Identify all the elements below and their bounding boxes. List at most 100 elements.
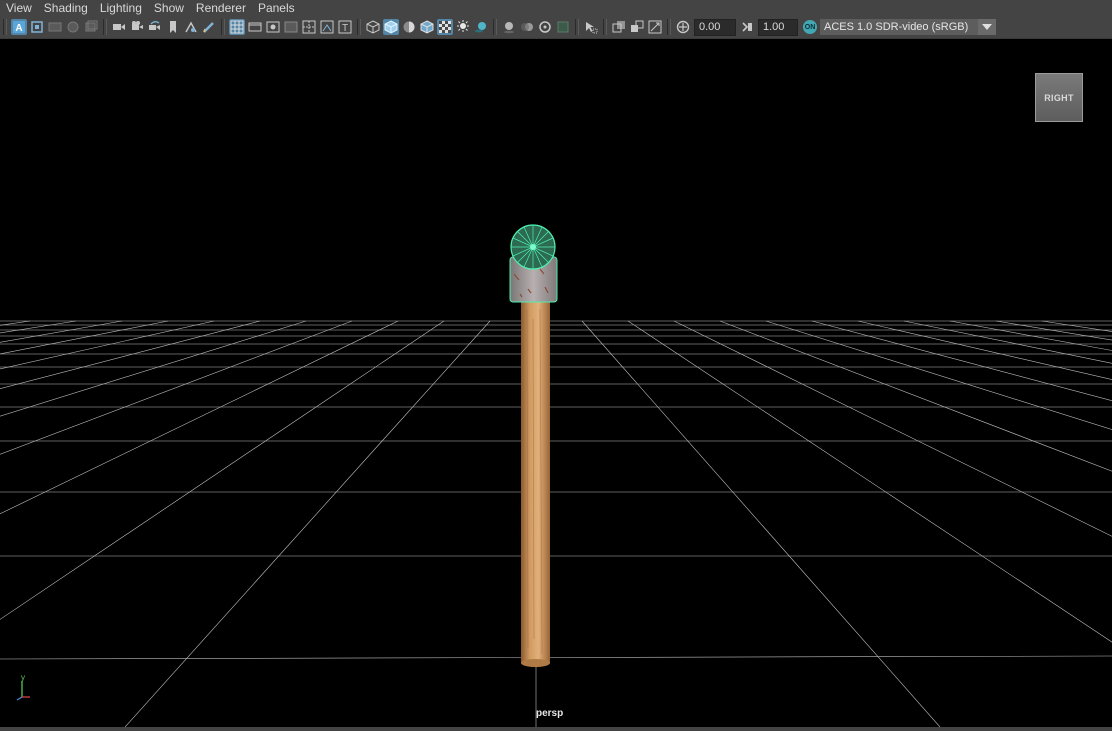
menu-renderer[interactable]: Renderer (190, 0, 252, 16)
xray-icon (612, 21, 625, 33)
axis-gizmo: y (16, 673, 30, 701)
svg-text:A: A (15, 23, 22, 34)
toolbar-separator (3, 19, 7, 35)
exposure-field[interactable]: 0.00 (694, 18, 736, 36)
camera-tools-button[interactable] (129, 19, 145, 35)
grease-pencil-button[interactable] (201, 19, 217, 35)
safe-action-button[interactable] (319, 19, 335, 35)
motion-blur-button[interactable] (519, 19, 535, 35)
xray-components-button[interactable] (647, 19, 663, 35)
isolate-select-button[interactable] (583, 19, 599, 35)
use-all-lights-button[interactable] (455, 19, 471, 35)
resolution-gate-toggle-icon (266, 21, 280, 33)
pan-zoom-button[interactable] (183, 19, 199, 35)
panel-menubar: View Shading Lighting Show Renderer Pane… (0, 0, 1112, 16)
field-chart-icon (302, 20, 316, 34)
shadows-button[interactable] (473, 19, 489, 35)
toolbar-separator (493, 19, 497, 35)
view-transform-value: ACES 1.0 SDR-video (sRGB) (824, 21, 969, 33)
gate-mask-button[interactable] (83, 19, 99, 35)
grid-icon (230, 20, 244, 34)
resolution-gate-toggle-button[interactable] (265, 19, 281, 35)
multisample-aa-button[interactable] (537, 19, 553, 35)
3d-viewport[interactable]: RIGHT y persp (0, 39, 1112, 727)
safe-title-button[interactable]: T (337, 19, 353, 35)
toolbar-separator (575, 19, 579, 35)
lighting-icon (457, 20, 469, 32)
default-material-button[interactable] (401, 19, 417, 35)
ambient-occlusion-icon (504, 22, 514, 34)
menu-shading[interactable]: Shading (38, 0, 94, 16)
exposure-button[interactable] (675, 19, 691, 35)
grid-toggle-button[interactable] (229, 19, 245, 35)
wireframe-button[interactable] (365, 19, 381, 35)
bookmark-button[interactable] (165, 19, 181, 35)
exposure-icon (676, 20, 690, 34)
ambient-occlusion-button[interactable] (501, 19, 517, 35)
bookmark-icon (170, 21, 176, 33)
film-gate-toggle-button[interactable] (247, 19, 263, 35)
film-gate-button[interactable] (47, 19, 63, 35)
gamma-field[interactable]: 1.00 (758, 18, 798, 36)
panel-bottom-border (0, 727, 1112, 731)
film-gate-icon (48, 22, 62, 32)
pencil-icon (203, 22, 214, 33)
resolution-gate-button[interactable] (65, 19, 81, 35)
color-management-toggle[interactable]: ON (803, 20, 817, 34)
view-transform-dropdown[interactable]: ACES 1.0 SDR-video (sRGB) (820, 19, 996, 35)
toolbar-separator (103, 19, 107, 35)
gate-mask-toggle-icon (284, 21, 298, 33)
select-camera-button[interactable]: A (11, 19, 27, 35)
motion-blur-icon (521, 23, 533, 31)
shadow-icon (475, 22, 486, 33)
isolate-icon (586, 22, 598, 34)
pan-zoom-icon (185, 21, 197, 33)
toolbar-separator (357, 19, 361, 35)
xray-button[interactable] (611, 19, 627, 35)
maya-viewport-panel: View Shading Lighting Show Renderer Pane… (0, 0, 1112, 731)
viewport-scene (0, 224, 1112, 727)
camera-sequence-icon (149, 21, 160, 30)
dropdown-arrow-icon (978, 19, 996, 35)
gate-mask-icon (85, 20, 98, 32)
menu-show[interactable]: Show (148, 0, 190, 16)
camera-sequencer-button[interactable] (147, 19, 163, 35)
field-chart-button[interactable] (301, 19, 317, 35)
safe-title-icon: T (338, 20, 352, 34)
camera-icon (113, 24, 125, 30)
viewcube[interactable]: RIGHT (1035, 73, 1083, 122)
gate-mask-toggle-button[interactable] (283, 19, 299, 35)
camera-name-label: persp (536, 708, 564, 719)
xray-joints-button[interactable] (629, 19, 645, 35)
video-camera-icon (132, 21, 143, 30)
select-mode-icon: A (13, 21, 25, 34)
hammer-handle[interactable] (521, 301, 550, 667)
wireframe-on-shaded-icon (420, 20, 434, 34)
resolution-gate-icon (67, 21, 79, 33)
gamma-icon (742, 22, 752, 32)
hammer-head[interactable] (509, 224, 558, 303)
toolbar-separator (603, 19, 607, 35)
menu-view[interactable]: View (0, 0, 38, 16)
textured-button[interactable] (437, 19, 453, 35)
wireframe-on-shaded-button[interactable] (419, 19, 435, 35)
depth-of-field-icon (557, 21, 569, 33)
wireframe-icon (366, 20, 380, 34)
ground-grid (0, 320, 1112, 727)
xray-joints-icon (631, 20, 644, 32)
panel-toolbar: A T 0.00 1.00 ON ACES 1.0 SDR-video (sRG… (0, 16, 1112, 39)
smooth-shade-icon (384, 20, 398, 34)
camera-attributes-button[interactable] (111, 19, 127, 35)
gamma-button[interactable] (739, 19, 755, 35)
smooth-shade-button[interactable] (383, 19, 399, 35)
safe-action-icon (320, 20, 334, 34)
film-gate-toggle-icon (248, 22, 262, 32)
antialias-icon (539, 21, 551, 33)
depth-of-field-button[interactable] (555, 19, 571, 35)
menu-panels[interactable]: Panels (252, 0, 301, 16)
frame-icon (31, 21, 43, 33)
frame-selection-button[interactable] (29, 19, 45, 35)
menu-lighting[interactable]: Lighting (94, 0, 148, 16)
textured-icon (439, 21, 451, 33)
svg-text:T: T (342, 23, 348, 34)
